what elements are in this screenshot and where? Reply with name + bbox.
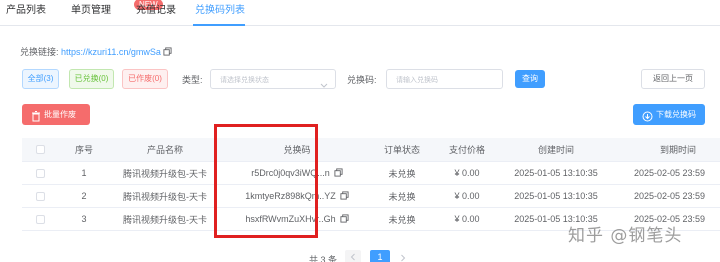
table-row: 1 腾讯视频升级包-天卡 r5Drc0j0qv3iWQ...n 未兑换 ¥ 0.… xyxy=(22,162,720,185)
redeem-code-page: 产品列表 单页管理 NEW 充值记录 兑换码列表 兑换链接: https://k… xyxy=(0,0,720,262)
cell-expire: 2025-02-05 23:59 xyxy=(634,168,706,178)
download-codes-button[interactable]: 下载兑换码 xyxy=(633,104,705,125)
cell-product: 腾讯视频升级包-天卡 xyxy=(123,168,207,179)
filter-redeemed-button[interactable]: 已兑换(0) xyxy=(69,69,114,89)
cell-status: 未兑换 xyxy=(388,214,416,225)
row-checkbox[interactable] xyxy=(35,214,45,224)
select-all-checkbox[interactable] xyxy=(35,145,45,154)
header-expire: 到期时间 xyxy=(659,145,696,155)
tab-recharge-records[interactable]: 充值记录 xyxy=(136,3,176,23)
cell-status: 未兑换 xyxy=(388,191,416,202)
active-tab-indicator xyxy=(193,24,245,26)
copy-icon[interactable] xyxy=(334,167,343,179)
copy-icon[interactable] xyxy=(340,213,349,225)
tab-product-list[interactable]: 产品列表 xyxy=(6,3,46,23)
trash-icon xyxy=(31,109,41,130)
cell-product: 腾讯视频升级包-天卡 xyxy=(123,191,207,202)
row-checkbox[interactable] xyxy=(35,168,45,178)
chevron-down-icon xyxy=(320,76,328,94)
table-header: 序号 产品名称 兑换码 订单状态 支付价格 创建时间 到期时间 xyxy=(22,138,720,162)
prev-page-button[interactable] xyxy=(345,250,361,262)
row-select-cell xyxy=(22,208,58,230)
cell-product: 腾讯视频升级包-天卡 xyxy=(123,214,207,225)
row-select-cell xyxy=(22,162,58,184)
cell-index: 2 xyxy=(81,191,87,201)
redeem-link-label: 兑换链接: xyxy=(20,47,59,57)
next-page-button[interactable] xyxy=(398,251,408,262)
code-label: 兑换码: xyxy=(347,75,377,85)
header-created: 创建时间 xyxy=(537,145,574,155)
copy-icon[interactable] xyxy=(340,190,349,202)
filter-all-button[interactable]: 全部(3) xyxy=(22,69,59,89)
cell-index: 3 xyxy=(81,214,87,224)
tab-bar: 产品列表 单页管理 NEW 充值记录 兑换码列表 xyxy=(0,0,720,26)
cell-expire: 2025-02-05 23:59 xyxy=(634,191,706,201)
cell-created: 2025-01-05 13:10:35 xyxy=(514,191,598,201)
highlight-annotation-box xyxy=(214,124,318,238)
copy-icon[interactable] xyxy=(163,47,172,58)
status-select[interactable]: 请选择兑换状态 xyxy=(210,69,336,89)
watermark-text: 知乎 @钢笔头 xyxy=(568,226,683,246)
cell-price: ¥ 0.00 xyxy=(454,214,480,224)
header-status: 订单状态 xyxy=(383,145,420,155)
tab-redeem-codes[interactable]: 兑换码列表 xyxy=(195,3,245,23)
header-product: 产品名称 xyxy=(146,145,183,155)
redeem-link-url[interactable]: https://kzuri11.cn/gmwSa xyxy=(61,47,161,57)
header-price: 支付价格 xyxy=(448,145,485,155)
cell-price: ¥ 0.00 xyxy=(454,191,480,201)
back-button[interactable]: 返回上一页 xyxy=(641,69,705,89)
cell-price: ¥ 0.00 xyxy=(454,168,480,178)
tab-single-page[interactable]: 单页管理 xyxy=(71,3,111,23)
code-search-input[interactable]: 请输入兑换码 xyxy=(386,69,503,89)
redeem-link-row: 兑换链接: https://kzuri11.cn/gmwSa xyxy=(20,45,172,58)
code-search-placeholder: 请输入兑换码 xyxy=(396,77,438,84)
page-number-current[interactable]: 1 xyxy=(370,250,390,262)
cell-index: 1 xyxy=(81,168,87,178)
cell-created: 2025-01-05 13:10:35 xyxy=(514,168,598,178)
type-label: 类型: xyxy=(182,75,203,85)
status-select-placeholder: 请选择兑换状态 xyxy=(220,77,269,84)
select-all-cell xyxy=(22,138,58,161)
download-codes-label: 下载兑换码 xyxy=(656,110,696,119)
pagination-total: 共 3 条 xyxy=(309,255,338,262)
cloud-download-icon xyxy=(642,109,653,130)
table-row: 2 腾讯视频升级包-天卡 1kmtyeRz898kQm..YZ 未兑换 ¥ 0.… xyxy=(22,185,720,208)
batch-void-label: 批量作废 xyxy=(44,110,76,119)
row-select-cell xyxy=(22,185,58,207)
filter-voided-button[interactable]: 已作废(0) xyxy=(122,69,168,89)
redeem-code-table: 序号 产品名称 兑换码 订单状态 支付价格 创建时间 到期时间 1 腾讯视频升级… xyxy=(22,138,720,231)
row-checkbox[interactable] xyxy=(35,191,45,201)
batch-void-button[interactable]: 批量作废 xyxy=(22,104,90,125)
header-index: 序号 xyxy=(74,145,93,155)
cell-status: 未兑换 xyxy=(388,168,416,179)
query-button[interactable]: 查询 xyxy=(515,70,545,88)
